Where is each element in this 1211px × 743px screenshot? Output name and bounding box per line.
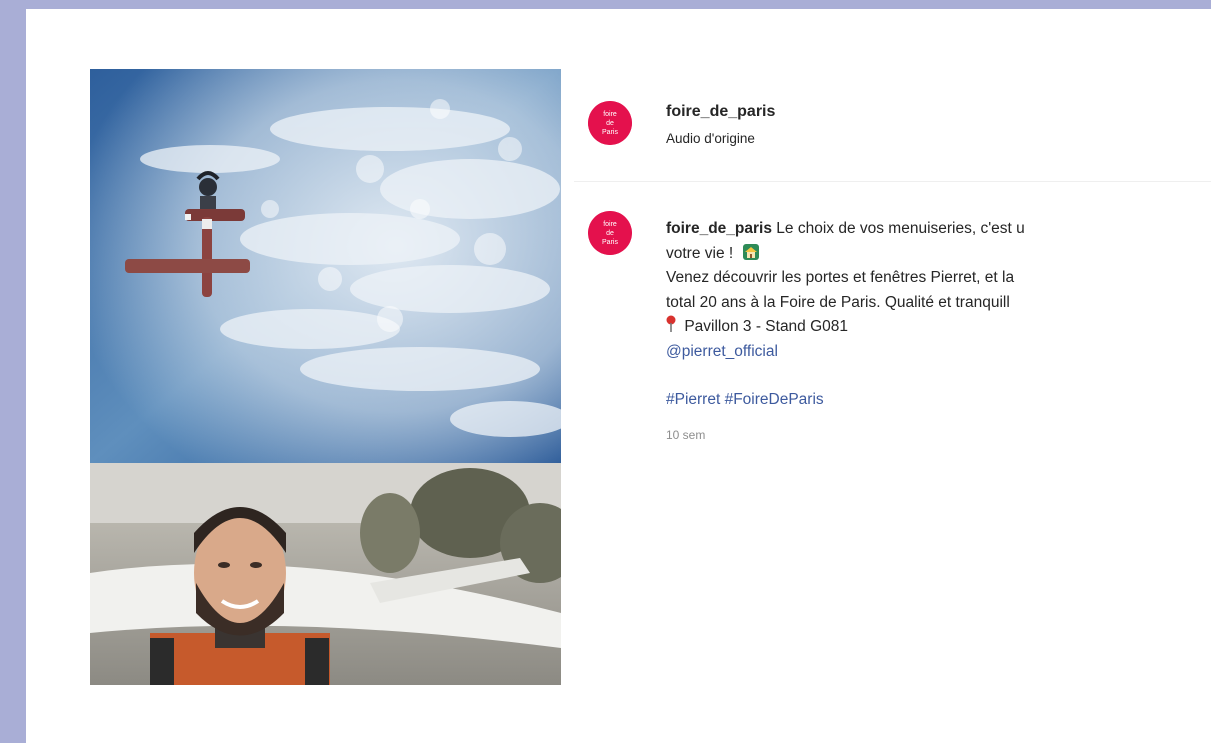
post-caption: foire_de_paris Le choix de vos menuiseri… (666, 217, 1211, 447)
portrait-photo (90, 463, 561, 685)
account-avatar[interactable]: foire de Paris (588, 101, 632, 145)
left-border (0, 0, 26, 743)
post-timestamp[interactable]: 10 sem (666, 423, 1211, 448)
svg-text:foire: foire (603, 111, 617, 118)
pin-icon (666, 315, 676, 332)
foire-de-paris-logo: foire de Paris (588, 101, 632, 145)
caption-avatar[interactable]: foire de Paris (588, 211, 632, 255)
top-border (0, 0, 1211, 9)
svg-text:Paris: Paris (602, 129, 618, 136)
caption-location: Pavillon 3 - Stand G081 (684, 318, 849, 335)
caption-line-3: Venez découvrir les portes et fenêtres P… (666, 269, 1015, 286)
caption-line-2: votre vie ! (666, 244, 734, 262)
audio-label[interactable]: Audio d'origine (666, 131, 755, 146)
sky-photo (90, 69, 561, 463)
skydiver-figure (196, 171, 220, 210)
caption-block: foire de Paris foire_de_paris Le choix d… (582, 211, 1211, 511)
post-header: foire de Paris foire_de_paris Audio d'or… (582, 101, 1211, 181)
post-viewer: foire de Paris foire_de_paris Audio d'or… (26, 9, 1211, 743)
svg-text:de: de (606, 120, 614, 127)
header-divider (574, 181, 1211, 182)
mention-link[interactable]: @pierret_official (666, 340, 1211, 365)
svg-text:Paris: Paris (602, 239, 618, 246)
svg-text:de: de (606, 230, 614, 237)
post-media[interactable] (90, 69, 561, 685)
account-name[interactable]: foire_de_paris (666, 103, 775, 121)
caption-line-1: Le choix de vos menuiseries, c'est u (776, 220, 1025, 237)
caption-line-4: total 20 ans à la Foire de Paris. Qualit… (666, 293, 1010, 311)
foire-de-paris-logo: foire de Paris (588, 211, 632, 255)
svg-text:foire: foire (603, 221, 617, 228)
hashtags-link[interactable]: #Pierret #FoireDeParis (666, 388, 1211, 413)
caption-username[interactable]: foire_de_paris (666, 220, 772, 237)
house-icon (742, 243, 759, 260)
